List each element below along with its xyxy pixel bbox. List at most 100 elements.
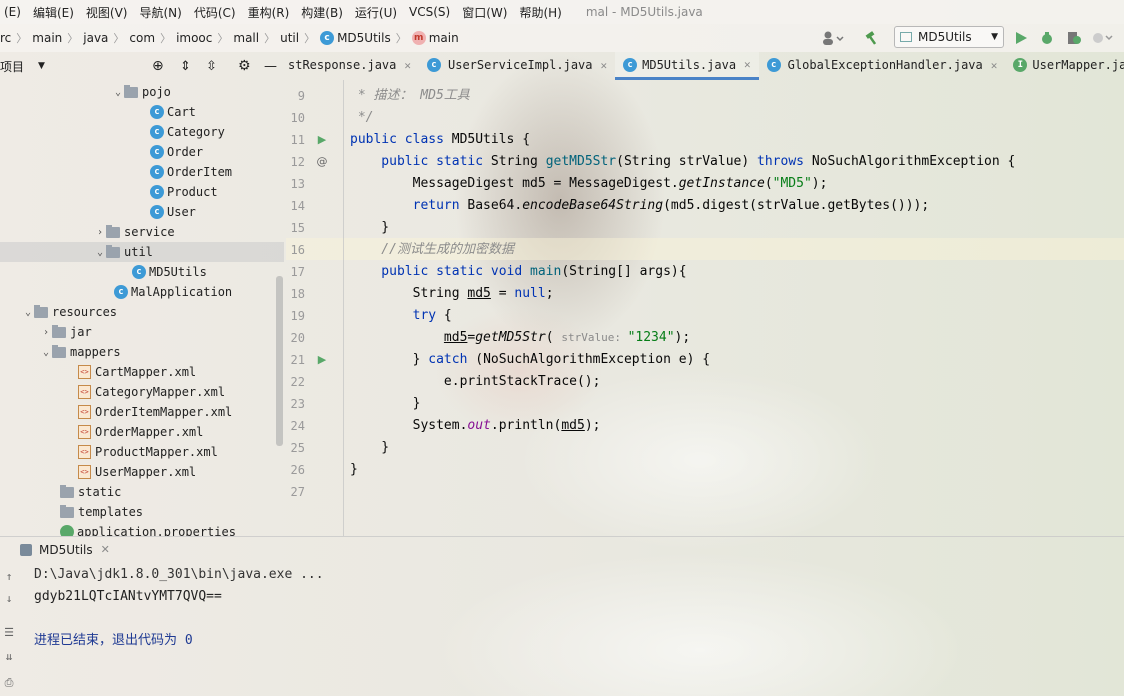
tree-item-order[interactable]: c Order xyxy=(0,142,284,162)
tab-label: GlobalExceptionHandler.java xyxy=(787,58,983,72)
run-tab-md5utils[interactable]: MD5Utils ✕ xyxy=(0,537,118,563)
class-icon: c xyxy=(150,145,164,159)
tree-item-category[interactable]: c Category xyxy=(0,122,284,142)
menu-file[interactable]: (E) xyxy=(0,5,25,19)
breadcrumb-java[interactable]: java xyxy=(83,31,108,45)
tree-item-mappers[interactable]: ⌄ mappers xyxy=(0,342,284,362)
run-console[interactable]: ↑ ↓ ☰ ⇊ ⎙ D:\Java\jdk1.8.0_301\bin\java.… xyxy=(0,562,1124,696)
expand-arrow-icon[interactable]: ⌄ xyxy=(40,347,52,358)
tab-md5utils[interactable]: c MD5Utils.java ✕ xyxy=(615,52,759,80)
tab-usermapper[interactable]: I UserMapper.java xyxy=(1005,52,1124,80)
menu-navigate[interactable]: 导航(N) xyxy=(135,4,185,21)
menu-run[interactable]: 运行(U) xyxy=(351,4,401,21)
menu-refactor[interactable]: 重构(R) xyxy=(244,4,294,21)
tree-item-ordermapper-xml[interactable]: <> OrderMapper.xml xyxy=(0,422,284,442)
tab-userserviceimpl[interactable]: c UserServiceImpl.java ✕ xyxy=(419,52,615,80)
code-line: e.printStackTrace(); xyxy=(350,371,601,393)
soft-wrap-icon[interactable]: ☰ xyxy=(0,626,18,642)
close-icon[interactable]: ✕ xyxy=(404,59,411,72)
expand-all-icon[interactable]: ⇕ xyxy=(180,59,191,74)
project-panel-header: 项目 ▼ ⊕ ⇕ ⇳ ⚙ — xyxy=(0,52,286,80)
code-token: throws xyxy=(757,154,812,169)
more-run-actions-icon[interactable] xyxy=(1092,26,1114,50)
tree-item-malapplication[interactable]: c MalApplication xyxy=(0,282,284,302)
user-icon[interactable] xyxy=(822,26,844,50)
menu-edit[interactable]: 编辑(E) xyxy=(29,4,78,21)
expand-arrow-icon[interactable]: ⌄ xyxy=(22,307,34,318)
tree-item-cart[interactable]: c Cart xyxy=(0,102,284,122)
build-hammer-icon[interactable] xyxy=(864,26,880,50)
locate-icon[interactable]: ⊕ xyxy=(152,58,164,74)
menu-help[interactable]: 帮助(H) xyxy=(515,4,565,21)
tree-item-orderitem[interactable]: c OrderItem xyxy=(0,162,284,182)
minimize-icon[interactable]: — xyxy=(264,59,277,74)
tree-item-jar[interactable]: › jar xyxy=(0,322,284,342)
menu-window[interactable]: 窗口(W) xyxy=(458,4,511,21)
tree-item-md5utils[interactable]: c MD5Utils xyxy=(0,262,284,282)
tree-item-pojo[interactable]: ⌄ pojo xyxy=(0,82,284,102)
run-config-icon xyxy=(20,543,32,556)
code-token: ); xyxy=(674,330,691,345)
breadcrumb-com[interactable]: com xyxy=(129,31,155,45)
annotation-icon[interactable]: @ xyxy=(316,151,328,173)
tree-item-static[interactable]: static xyxy=(0,482,284,502)
code-token: return xyxy=(350,198,468,213)
code-token: } xyxy=(350,440,390,455)
run-configuration-selector[interactable]: MD5Utils ▼ xyxy=(894,26,1004,48)
scroll-to-end-icon[interactable]: ⇊ xyxy=(0,650,18,666)
expand-arrow-icon[interactable]: › xyxy=(40,327,52,338)
close-icon[interactable]: ✕ xyxy=(744,58,751,71)
arrow-up-icon[interactable]: ↑ xyxy=(0,570,18,586)
expand-arrow-icon[interactable]: › xyxy=(94,227,106,238)
menu-view[interactable]: 视图(V) xyxy=(82,4,132,21)
coverage-icon[interactable] xyxy=(1066,26,1082,50)
tree-item-user[interactable]: c User xyxy=(0,202,284,222)
run-gutter-icon[interactable]: ▶ xyxy=(316,129,328,151)
code-editor[interactable]: * 描述： MD5工具 */ public class MD5Utils { p… xyxy=(350,80,1124,536)
breadcrumb-method-main[interactable]: main xyxy=(429,31,459,45)
tree-item-templates[interactable]: templates xyxy=(0,502,284,522)
menu-vcs[interactable]: VCS(S) xyxy=(405,5,454,19)
tree-item-util[interactable]: ⌄ util xyxy=(0,242,284,262)
tree-item-usermapper-xml[interactable]: <> UserMapper.xml xyxy=(0,462,284,482)
breadcrumb-imooc[interactable]: imooc xyxy=(176,31,212,45)
menu-code[interactable]: 代码(C) xyxy=(190,4,240,21)
editor-gutter[interactable]: 9 10 11 12 13 14 15 16 17 18 19 20 21 22… xyxy=(286,80,344,536)
menu-build[interactable]: 构建(B) xyxy=(297,4,347,21)
expand-arrow-icon[interactable]: ⌄ xyxy=(94,247,106,258)
debug-icon[interactable] xyxy=(1040,26,1054,50)
folder-icon xyxy=(106,224,120,238)
breadcrumb-src[interactable]: rc xyxy=(0,31,11,45)
code-token: } xyxy=(350,462,358,477)
line-number: 10 xyxy=(290,111,305,125)
tree-item-cartmapper-xml[interactable]: <> CartMapper.xml xyxy=(0,362,284,382)
expand-arrow-icon[interactable]: ⌄ xyxy=(112,87,124,98)
tree-item-service[interactable]: › service xyxy=(0,222,284,242)
breadcrumb-util[interactable]: util xyxy=(280,31,299,45)
tab-responsejava[interactable]: stResponse.java ✕ xyxy=(286,52,419,80)
run-icon[interactable] xyxy=(1014,26,1028,50)
folder-icon xyxy=(60,504,74,518)
project-panel-title[interactable]: 项目 xyxy=(0,58,24,75)
tree-item-orderitemmapper-xml[interactable]: <> OrderItemMapper.xml xyxy=(0,402,284,422)
arrow-down-icon[interactable]: ↓ xyxy=(0,592,18,608)
close-icon[interactable]: ✕ xyxy=(991,59,998,72)
tree-item-resources[interactable]: ⌄ resources xyxy=(0,302,284,322)
breadcrumb-mall[interactable]: mall xyxy=(233,31,259,45)
tree-item-productmapper-xml[interactable]: <> ProductMapper.xml xyxy=(0,442,284,462)
close-icon[interactable]: ✕ xyxy=(101,543,110,556)
collapse-all-icon[interactable]: ⇳ xyxy=(206,59,217,74)
tree-item-product[interactable]: c Product xyxy=(0,182,284,202)
breadcrumb-main[interactable]: main xyxy=(32,31,62,45)
tree-item-application-properties[interactable]: application.properties xyxy=(0,522,284,536)
line-number: 14 xyxy=(290,199,305,213)
close-icon[interactable]: ✕ xyxy=(601,59,608,72)
tree-item-categorymapper-xml[interactable]: <> CategoryMapper.xml xyxy=(0,382,284,402)
run-gutter-icon[interactable]: ▶ xyxy=(316,349,328,371)
print-icon[interactable]: ⎙ xyxy=(0,676,18,692)
chevron-down-icon[interactable]: ▼ xyxy=(38,61,45,71)
tree-scrollbar[interactable] xyxy=(276,276,283,446)
gear-icon[interactable]: ⚙ xyxy=(238,58,251,74)
breadcrumb-md5utils[interactable]: MD5Utils xyxy=(337,31,391,45)
tab-globalexceptionhandler[interactable]: c GlobalExceptionHandler.java ✕ xyxy=(759,52,1006,80)
